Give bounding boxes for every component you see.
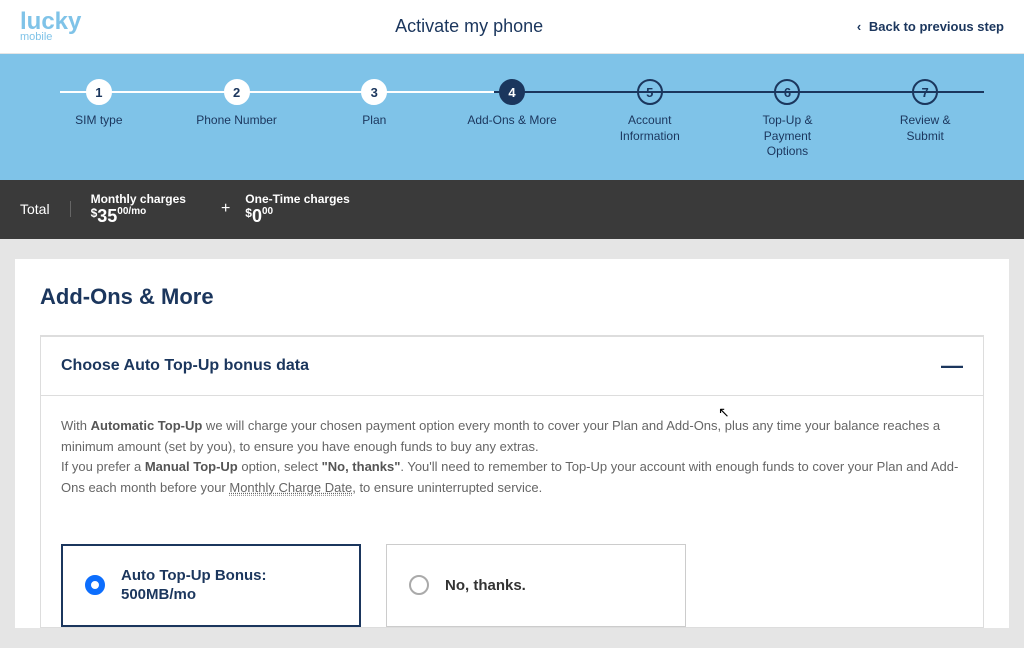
onetime-amount: $000 xyxy=(245,206,349,227)
content-wrap: Add-Ons & More Choose Auto Top-Up bonus … xyxy=(0,239,1024,648)
step-review-submit[interactable]: 7 Review & Submit xyxy=(856,79,994,144)
option-auto-topup-bonus[interactable]: Auto Top-Up Bonus: 500MB/mo xyxy=(61,544,361,627)
step-addons[interactable]: 4 Add-Ons & More xyxy=(443,79,581,129)
panel-paragraph-1: With Automatic Top-Up we will charge you… xyxy=(61,416,963,458)
back-label: Back to previous step xyxy=(869,19,1004,34)
step-circle: 3 xyxy=(361,79,387,105)
step-circle: 4 xyxy=(499,79,525,105)
step-label: Top-Up & Payment Options xyxy=(742,113,832,160)
content: Add-Ons & More Choose Auto Top-Up bonus … xyxy=(15,259,1009,628)
panel-body: With Automatic Top-Up we will charge you… xyxy=(41,396,983,519)
step-label: Account Information xyxy=(605,113,695,144)
step-label: Add-Ons & More xyxy=(467,113,556,129)
monthly-amount: $3500/mo xyxy=(91,206,186,227)
option-label: No, thanks. xyxy=(445,576,526,596)
step-phone-number[interactable]: 2 Phone Number xyxy=(168,79,306,129)
panel-header[interactable]: Choose Auto Top-Up bonus data — xyxy=(41,337,983,396)
onetime-charges: One-Time charges $000 xyxy=(245,192,349,227)
collapse-icon[interactable]: — xyxy=(941,355,963,377)
step-label: Review & Submit xyxy=(880,113,970,144)
step-label: Plan xyxy=(362,113,386,129)
onetime-label: One-Time charges xyxy=(245,192,349,206)
back-link[interactable]: ‹ Back to previous step xyxy=(857,19,1004,34)
step-circle: 6 xyxy=(774,79,800,105)
monthly-charges: Monthly charges $3500/mo xyxy=(91,192,186,227)
step-circle: 2 xyxy=(224,79,250,105)
option-label: Auto Top-Up Bonus: 500MB/mo xyxy=(121,566,267,605)
dollar-sign: $ xyxy=(245,206,252,220)
step-plan[interactable]: 3 Plan xyxy=(305,79,443,129)
radio-unselected-icon xyxy=(409,575,429,595)
page-title: Activate my phone xyxy=(395,16,543,37)
step-circle: 5 xyxy=(637,79,663,105)
panel-auto-topup: Choose Auto Top-Up bonus data — With Aut… xyxy=(40,336,984,628)
step-circle: 7 xyxy=(912,79,938,105)
plus-icon: + xyxy=(221,200,230,218)
radio-selected-icon xyxy=(85,575,105,595)
step-label: Phone Number xyxy=(196,113,277,129)
option-no-thanks[interactable]: No, thanks. xyxy=(386,544,686,627)
panel-title: Choose Auto Top-Up bonus data xyxy=(61,357,309,375)
header: lucky mobile Activate my phone ‹ Back to… xyxy=(0,0,1024,54)
logo[interactable]: lucky mobile xyxy=(20,10,81,43)
step-label: SIM type xyxy=(75,113,122,129)
step-circle: 1 xyxy=(86,79,112,105)
options-row: Auto Top-Up Bonus: 500MB/mo No, thanks. xyxy=(41,544,983,627)
monthly-charge-date-link[interactable]: Monthly Charge Date xyxy=(229,480,352,496)
step-account-info[interactable]: 5 Account Information xyxy=(581,79,719,144)
totals-bar: Total Monthly charges $3500/mo + One-Tim… xyxy=(0,180,1024,239)
panel-paragraph-2: If you prefer a Manual Top-Up option, se… xyxy=(61,457,963,499)
step-topup-payment[interactable]: 6 Top-Up & Payment Options xyxy=(719,79,857,160)
section-title: Add-Ons & More xyxy=(40,284,984,310)
chevron-left-icon: ‹ xyxy=(857,19,861,34)
step-sim-type[interactable]: 1 SIM type xyxy=(30,79,168,129)
stepper: 1 SIM type 2 Phone Number 3 Plan 4 Add-O… xyxy=(0,54,1024,180)
monthly-label: Monthly charges xyxy=(91,192,186,206)
totals-label: Total xyxy=(20,201,71,217)
